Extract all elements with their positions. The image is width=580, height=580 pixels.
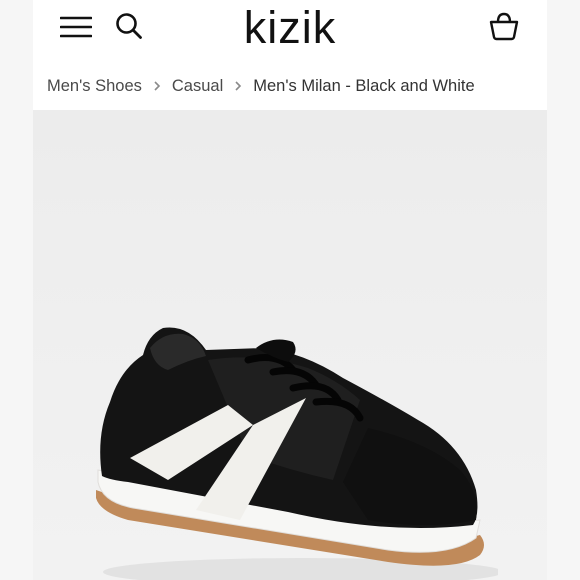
search-icon[interactable] (114, 11, 144, 41)
chevron-right-icon (147, 76, 167, 96)
product-image[interactable] (88, 220, 498, 580)
brand-logo[interactable]: kizik (183, 2, 397, 54)
breadcrumb-link-mens-shoes[interactable]: Men's Shoes (47, 77, 142, 96)
site-header: kizik (33, 0, 547, 60)
hamburger-menu-icon[interactable] (59, 13, 93, 41)
page-frame: kizik Men's Shoes Casual Men's Milan - B… (33, 0, 547, 580)
product-image-area (33, 110, 547, 580)
breadcrumb-current-page: Men's Milan - Black and White (253, 76, 475, 95)
shopping-basket-icon[interactable] (488, 11, 520, 41)
breadcrumb: Men's Shoes Casual Men's Milan - Black a… (47, 74, 475, 98)
chevron-right-icon (228, 76, 248, 96)
breadcrumb-link-casual[interactable]: Casual (172, 77, 223, 96)
